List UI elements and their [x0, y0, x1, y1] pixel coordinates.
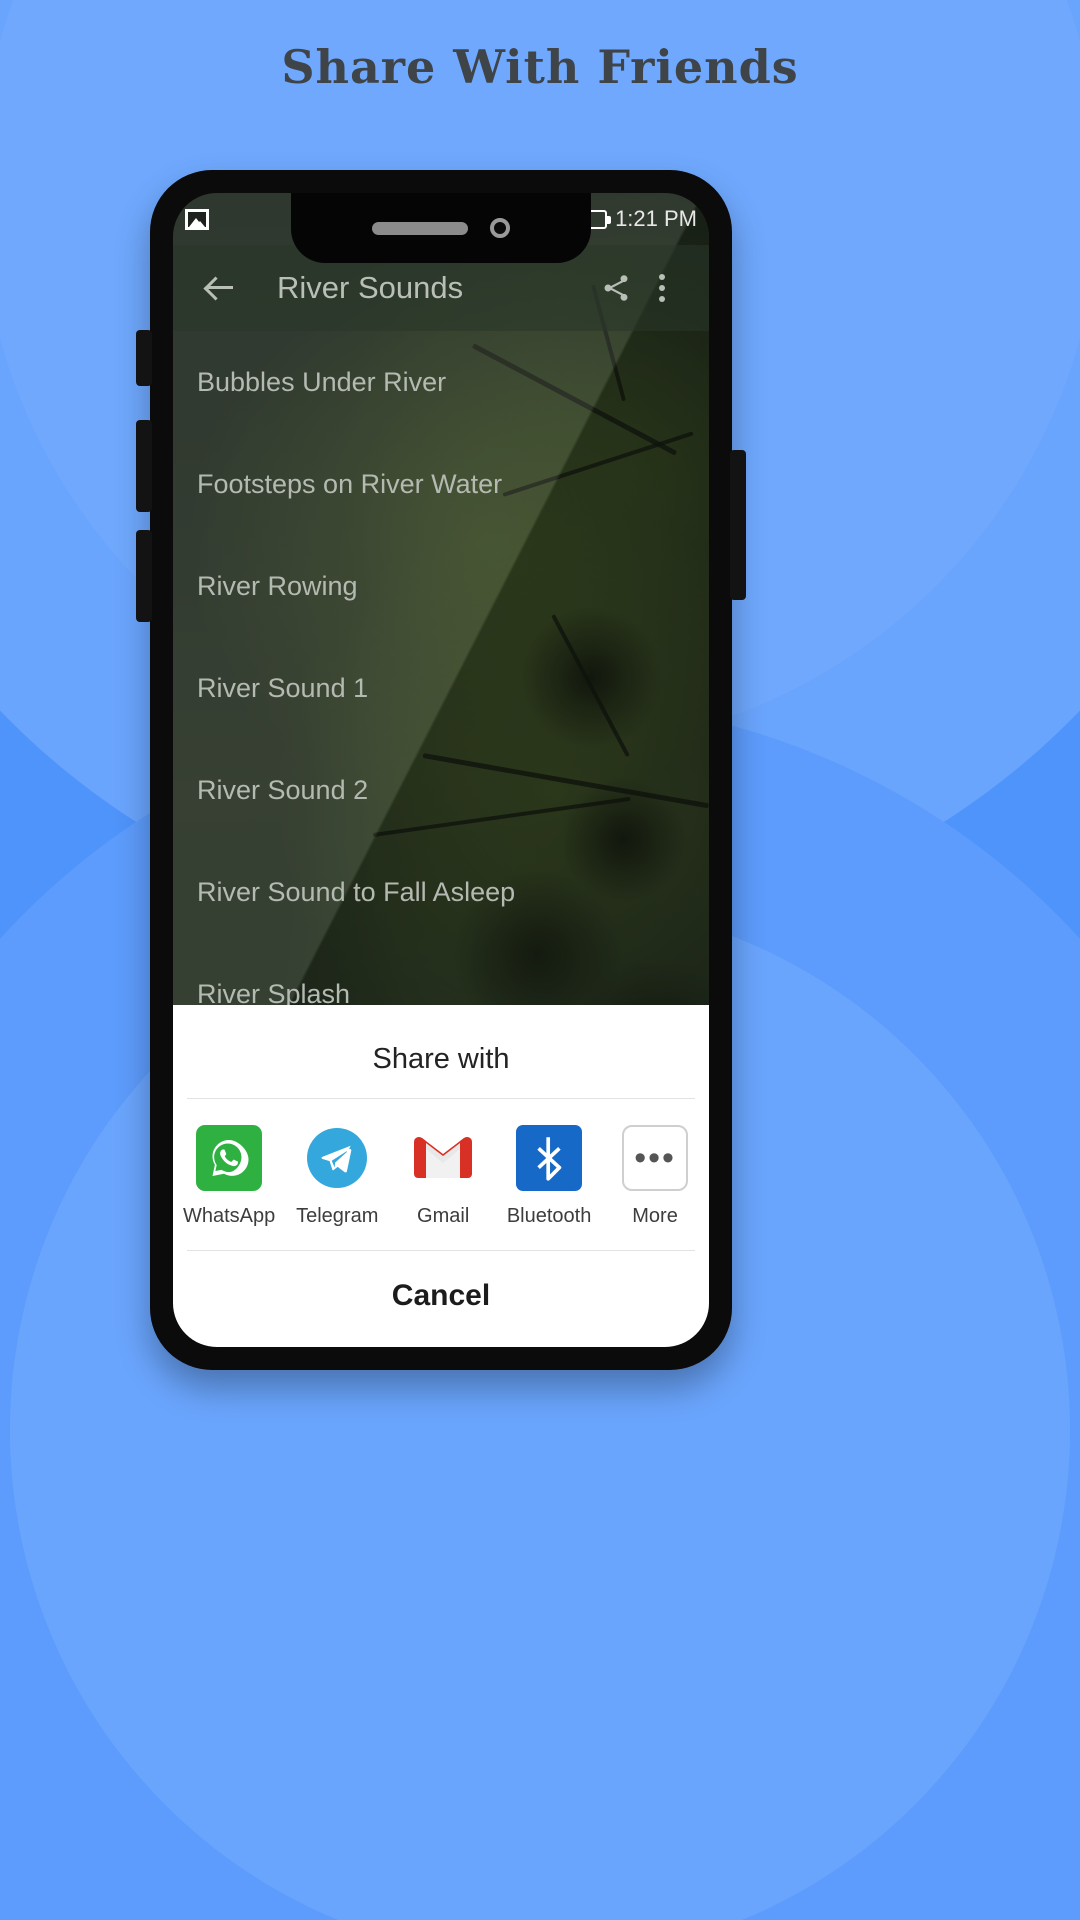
overflow-menu-icon — [659, 274, 665, 302]
share-target-label: More — [632, 1205, 678, 1227]
share-target-bluetooth[interactable]: Bluetooth — [505, 1125, 593, 1228]
whatsapp-icon — [196, 1125, 263, 1191]
poster-headline: Share With Friends — [281, 40, 799, 94]
share-target-label: Gmail — [417, 1205, 470, 1227]
phone-mockup: River Sounds Bubbles Under River Footste… — [136, 170, 746, 1370]
share-target-label: Bluetooth — [506, 1205, 592, 1227]
phone-notch — [291, 193, 591, 263]
phone-volume-up-button[interactable] — [136, 420, 152, 512]
back-button[interactable] — [197, 265, 243, 311]
sound-list: Bubbles Under River Footsteps on River W… — [173, 331, 709, 1045]
list-item[interactable]: River Sound to Fall Asleep — [173, 841, 709, 943]
share-sheet-title: Share with — [372, 1043, 510, 1075]
list-item[interactable]: Footsteps on River Water — [173, 433, 709, 535]
share-target-gmail[interactable]: Gmail — [399, 1125, 487, 1228]
list-item[interactable]: River Sound 2 — [173, 739, 709, 841]
bluetooth-icon — [516, 1125, 583, 1191]
share-icon — [604, 275, 628, 301]
sound-name: River Sound 2 — [197, 774, 369, 805]
sound-name: Bubbles Under River — [197, 366, 447, 397]
status-bar-left — [185, 208, 209, 230]
share-target-whatsapp[interactable]: WhatsApp — [183, 1125, 275, 1228]
back-arrow-icon — [205, 273, 235, 303]
phone-mute-button[interactable] — [136, 330, 152, 386]
share-target-telegram[interactable]: Telegram — [293, 1125, 381, 1228]
share-button[interactable] — [593, 265, 639, 311]
share-app-row: WhatsApp Telegram Gmail Bluetooth ••• Mo… — [173, 1099, 709, 1250]
list-item[interactable]: River Rowing — [173, 535, 709, 637]
sound-name: River Sound to Fall Asleep — [197, 876, 516, 907]
phone-power-button[interactable] — [730, 450, 746, 600]
sound-name: Footsteps on River Water — [197, 468, 503, 499]
share-sheet: Share with WhatsApp Telegram Gmail Bluet… — [173, 1005, 709, 1347]
toolbar-title: River Sounds — [277, 270, 464, 305]
sound-name: River Rowing — [197, 570, 358, 601]
image-icon — [185, 208, 209, 230]
front-camera-icon — [490, 218, 510, 238]
phone-screen: River Sounds Bubbles Under River Footste… — [173, 193, 709, 1347]
sound-name: River Sound 1 — [197, 672, 369, 703]
overflow-menu-button[interactable] — [639, 265, 685, 311]
share-target-label: WhatsApp — [183, 1205, 276, 1227]
share-target-more[interactable]: ••• More — [611, 1125, 699, 1228]
poster-root: Share With Friends River Sounds Bubbles … — [0, 0, 1080, 1920]
gmail-icon — [410, 1125, 476, 1191]
more-icon: ••• — [622, 1125, 689, 1191]
share-target-label: Telegram — [296, 1205, 379, 1227]
list-item[interactable]: Bubbles Under River — [173, 331, 709, 433]
clock-label: 1:21 PM — [615, 206, 697, 231]
telegram-icon — [304, 1125, 371, 1191]
phone-volume-down-button[interactable] — [136, 530, 152, 622]
list-item[interactable]: River Sound 1 — [173, 637, 709, 739]
earpiece-speaker — [372, 221, 468, 235]
cancel-button[interactable]: Cancel — [173, 1251, 709, 1347]
